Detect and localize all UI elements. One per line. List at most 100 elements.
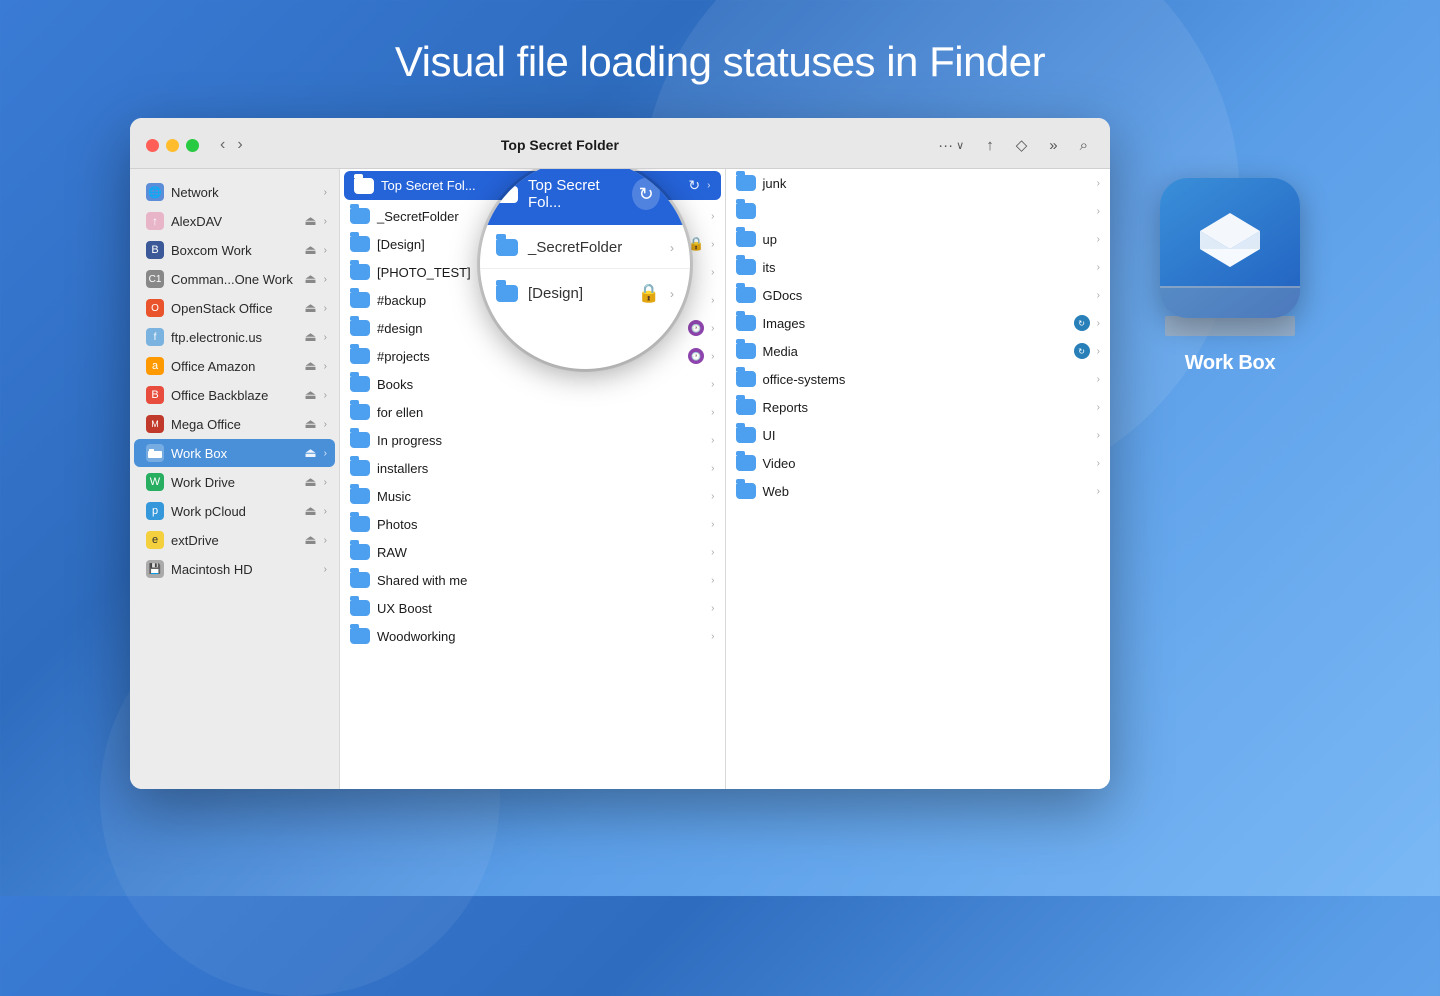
file-item-installers[interactable]: installers › xyxy=(340,454,725,482)
sync-badge-images: ↻ xyxy=(1074,315,1090,331)
sidebar-label-extdrive: extDrive xyxy=(171,533,297,548)
sidebar-label-openstack: OpenStack Office xyxy=(171,301,297,316)
ftp-icon: f xyxy=(146,328,164,346)
file-item-blank[interactable]: › xyxy=(726,197,1111,225)
sidebar-item-macintosh[interactable]: 💾 Macintosh HD › xyxy=(134,555,335,583)
folder-icon-blank xyxy=(736,203,756,219)
more-options-button[interactable]: ··· ∨ xyxy=(932,133,970,158)
file-label-raw: RAW xyxy=(377,545,704,560)
file-item-video[interactable]: Video › xyxy=(726,449,1111,477)
folder-icon-junk xyxy=(736,175,756,191)
right-file-pane: junk › › up › its › xyxy=(726,169,1111,789)
sidebar-label-workpcloud: Work pCloud xyxy=(171,504,297,519)
expand-button[interactable]: » xyxy=(1043,133,1063,158)
file-item-media[interactable]: Media ↻ › xyxy=(726,337,1111,365)
sidebar-item-extdrive[interactable]: e extDrive ⏏ › xyxy=(134,526,335,554)
file-item-for-ellen[interactable]: for ellen › xyxy=(340,398,725,426)
zoom-folder-icon-2 xyxy=(496,239,518,256)
minimize-button[interactable] xyxy=(166,139,179,152)
file-item-books[interactable]: Books › xyxy=(340,370,725,398)
sidebar: 🌐 Network › ↑ AlexDAV ⏏ › B Boxcom Work … xyxy=(130,169,340,789)
file-item-junk[interactable]: junk › xyxy=(726,169,1111,197)
file-item-gdocs[interactable]: GDocs › xyxy=(726,281,1111,309)
sidebar-item-workpcloud[interactable]: p Work pCloud ⏏ › xyxy=(134,497,335,525)
file-item-shared-with-me[interactable]: Shared with me › xyxy=(340,566,725,594)
finder-window: ‹ › Top Secret Folder ··· ∨ ↑ ◇ » ⌕ � xyxy=(130,118,1110,789)
folder-icon-its xyxy=(736,259,756,275)
sidebar-item-ftp[interactable]: f ftp.electronic.us ⏏ › xyxy=(134,323,335,351)
sidebar-item-mega[interactable]: M Mega Office ⏏ › xyxy=(134,410,335,438)
folder-icon-video xyxy=(736,455,756,471)
folder-icon-backup xyxy=(350,292,370,308)
folder-icon-music xyxy=(350,488,370,504)
boxcom-icon: B xyxy=(146,241,164,259)
zoom-chevron-2: › xyxy=(670,241,674,255)
file-label-for-ellen: for ellen xyxy=(377,405,704,420)
zoom-row-design: [Design] 🔒 › xyxy=(480,269,690,318)
lock-icon-design: 🔒 xyxy=(688,236,704,252)
mega-icon: M xyxy=(146,415,164,433)
alexdav-icon: ↑ xyxy=(146,212,164,230)
file-item-office-systems[interactable]: office-systems › xyxy=(726,365,1111,393)
file-item-up[interactable]: up › xyxy=(726,225,1111,253)
file-label-photos: Photos xyxy=(377,517,704,532)
folder-icon-up xyxy=(736,231,756,247)
file-item-its[interactable]: its › xyxy=(726,253,1111,281)
file-label-office-systems: office-systems xyxy=(763,372,1090,387)
sidebar-item-office-backblaze[interactable]: B Office Backblaze ⏏ › xyxy=(134,381,335,409)
sidebar-item-boxcom[interactable]: B Boxcom Work ⏏ › xyxy=(134,236,335,264)
file-label-shared-with-me: Shared with me xyxy=(377,573,704,588)
zoom-design-label: [Design] xyxy=(528,285,583,302)
sidebar-label-workbox: Work Box xyxy=(171,446,297,461)
zoom-lock-icon: 🔒 xyxy=(638,283,660,304)
file-item-images[interactable]: Images ↻ › xyxy=(726,309,1111,337)
folder-icon-photo-test xyxy=(350,264,370,280)
file-label-junk: junk xyxy=(763,176,1090,191)
folder-icon-ui xyxy=(736,427,756,443)
search-button[interactable]: ⌕ xyxy=(1074,133,1094,158)
sidebar-label-macintosh: Macintosh HD xyxy=(171,562,317,577)
folder-icon-images xyxy=(736,315,756,331)
sidebar-item-workbox[interactable]: Work Box ⏏ › xyxy=(134,439,335,467)
sidebar-item-network[interactable]: 🌐 Network › xyxy=(134,178,335,206)
file-label-media: Media xyxy=(763,344,1067,359)
sidebar-item-commandone[interactable]: C1 Comman...One Work ⏏ › xyxy=(134,265,335,293)
file-item-woodworking[interactable]: Woodworking › xyxy=(340,622,725,650)
file-label-web: Web xyxy=(763,484,1090,499)
tag-button[interactable]: ◇ xyxy=(1010,132,1034,158)
openstack-icon: O xyxy=(146,299,164,317)
folder-icon-installers xyxy=(350,460,370,476)
file-item-photos[interactable]: Photos › xyxy=(340,510,725,538)
workpcloud-icon: p xyxy=(146,502,164,520)
sidebar-item-office-amazon[interactable]: a Office Amazon ⏏ › xyxy=(134,352,335,380)
sidebar-label-office-amazon: Office Amazon xyxy=(171,359,297,374)
folder-icon-reports xyxy=(736,399,756,415)
file-item-web[interactable]: Web › xyxy=(726,477,1111,505)
workbox-app-icon[interactable] xyxy=(1160,178,1300,318)
workbox-panel: Work Box xyxy=(1150,118,1310,375)
file-label-images: Images xyxy=(763,316,1067,331)
folder-icon-office-systems xyxy=(736,371,756,387)
file-item-ux-boost[interactable]: UX Boost › xyxy=(340,594,725,622)
file-item-ui[interactable]: UI › xyxy=(726,421,1111,449)
close-button[interactable] xyxy=(146,139,159,152)
sidebar-item-openstack[interactable]: O OpenStack Office ⏏ › xyxy=(134,294,335,322)
maximize-button[interactable] xyxy=(186,139,199,152)
sidebar-item-alexdav[interactable]: ↑ AlexDAV ⏏ › xyxy=(134,207,335,235)
macintosh-icon: 💾 xyxy=(146,560,164,578)
folder-icon-books xyxy=(350,376,370,392)
share-button[interactable]: ↑ xyxy=(980,133,1000,158)
file-label-gdocs: GDocs xyxy=(763,288,1090,303)
file-label-reports: Reports xyxy=(763,400,1090,415)
folder-icon-in-progress xyxy=(350,432,370,448)
file-label-installers: installers xyxy=(377,461,704,476)
file-item-raw[interactable]: RAW › xyxy=(340,538,725,566)
folder-icon-for-ellen xyxy=(350,404,370,420)
file-item-music[interactable]: Music › xyxy=(340,482,725,510)
office-backblaze-icon: B xyxy=(146,386,164,404)
file-item-reports[interactable]: Reports › xyxy=(726,393,1111,421)
file-label-books: Books xyxy=(377,377,704,392)
sidebar-label-alexdav: AlexDAV xyxy=(171,214,297,229)
sidebar-item-workdrive[interactable]: W Work Drive ⏏ › xyxy=(134,468,335,496)
file-item-in-progress[interactable]: In progress › xyxy=(340,426,725,454)
